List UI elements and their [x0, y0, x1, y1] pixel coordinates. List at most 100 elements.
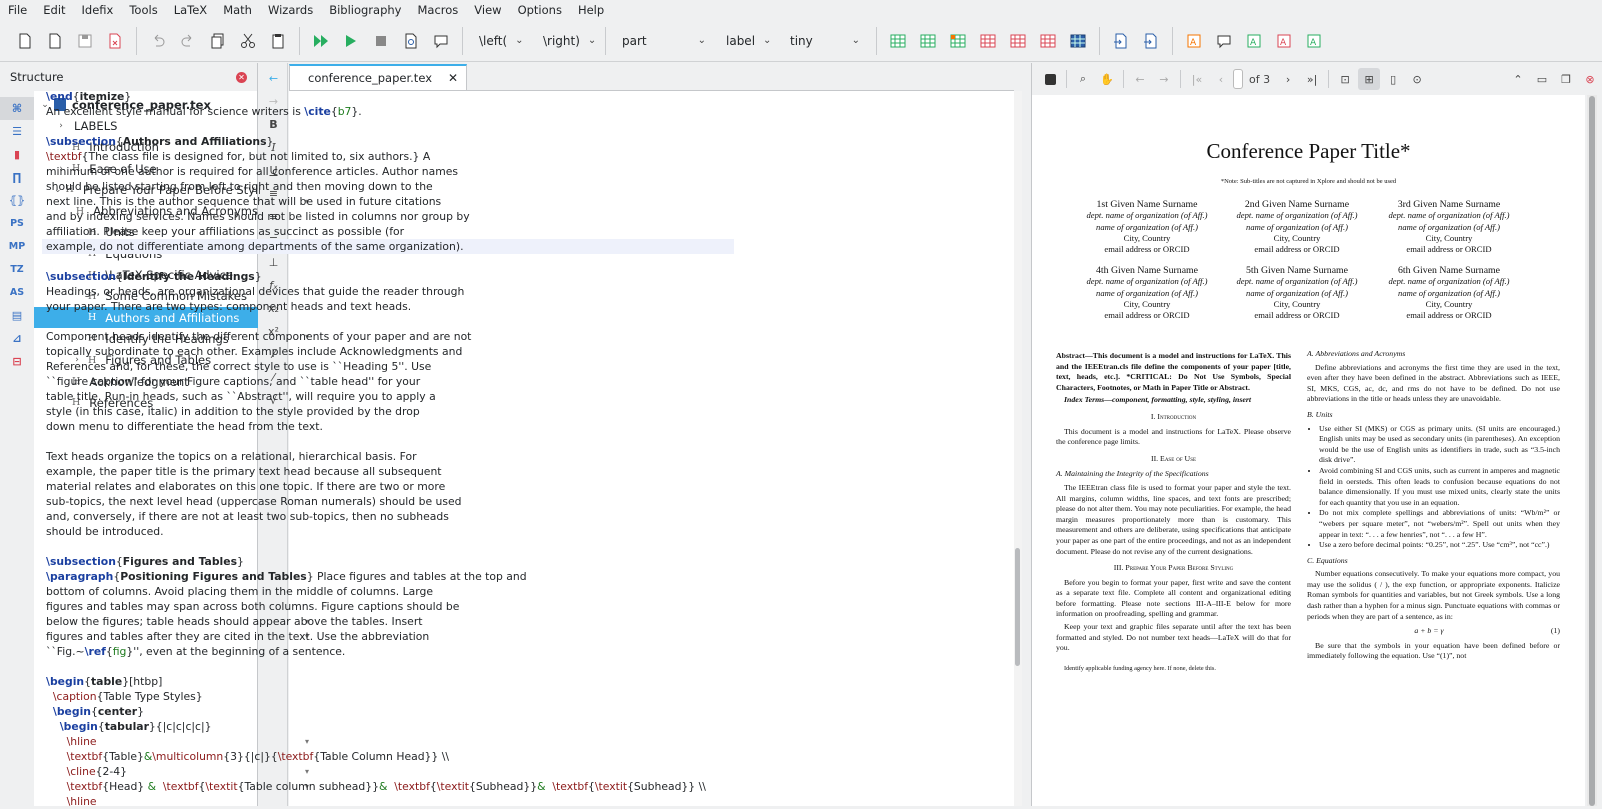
code-token: \textit: [205, 780, 238, 793]
minimize-icon[interactable]: ▭: [1531, 68, 1553, 90]
menu-bibliography[interactable]: Bibliography: [321, 0, 409, 20]
first-page-icon[interactable]: |«: [1186, 68, 1208, 90]
pdf-embed-icon[interactable]: [1039, 68, 1061, 90]
menu-latex[interactable]: LaTeX: [166, 0, 215, 20]
page-number-input[interactable]: [1233, 69, 1243, 89]
window-icon[interactable]: ❐: [1555, 68, 1577, 90]
close-file-icon[interactable]: [103, 29, 127, 53]
table-remove-icon[interactable]: [1036, 29, 1060, 53]
bookmarks-tab-icon[interactable]: ▮: [0, 143, 34, 166]
author-affiliation: 2nd Given Name Surname dept. name of orga…: [1222, 199, 1372, 255]
prev-arrow-icon[interactable]: ←: [260, 67, 287, 90]
fit-width-icon[interactable]: ⊡: [1334, 68, 1356, 90]
combo-3[interactable]: label ⌄: [718, 28, 778, 54]
code-token: }{|c|c|c|c|}: [148, 720, 212, 733]
code-token: \end: [46, 90, 73, 103]
menu-view[interactable]: View: [466, 0, 509, 20]
menu-options[interactable]: Options: [510, 0, 570, 20]
combo-label: \right): [543, 33, 580, 48]
menu-math[interactable]: Math: [215, 0, 260, 20]
table-remove-row-icon[interactable]: [976, 29, 1000, 53]
code-token: }: [254, 270, 262, 283]
editor-scrollbar-thumb[interactable]: [1015, 548, 1020, 666]
code-token: References and, for these, the correct s…: [46, 360, 432, 373]
menu-edit[interactable]: Edit: [35, 0, 73, 20]
code-line: should be listed starting from left to r…: [46, 179, 726, 194]
insert-text-icon[interactable]: A: [1182, 29, 1206, 53]
diagram-tab-icon[interactable]: ⊿: [0, 327, 34, 350]
table-remove-col-icon[interactable]: [1006, 29, 1030, 53]
pdf-right-column: A. Abbreviations and Acronyms Define abb…: [1307, 349, 1560, 664]
menu-file[interactable]: File: [0, 0, 35, 20]
author-affiliation: 3rd Given Name Surname dept. name of orga…: [1374, 199, 1524, 255]
single-page-icon[interactable]: ▯: [1382, 68, 1404, 90]
save-icon[interactable]: [73, 29, 97, 53]
structure-tab-icon[interactable]: ⌘: [0, 97, 34, 120]
cut-icon[interactable]: [236, 29, 260, 53]
menu-idefix[interactable]: Idefix: [74, 0, 122, 20]
menu-macros[interactable]: Macros: [409, 0, 466, 20]
next-page-icon[interactable]: ›: [1277, 68, 1299, 90]
redo-icon[interactable]: [176, 29, 200, 53]
code-token: center: [97, 705, 138, 718]
import-icon[interactable]: [1109, 29, 1133, 53]
close-viewer-icon[interactable]: ⊗: [1579, 68, 1601, 90]
menu-tools[interactable]: Tools: [121, 0, 165, 20]
asymptote-tab[interactable]: AS: [0, 281, 34, 304]
fit-page-icon[interactable]: ⊞: [1358, 68, 1381, 90]
menu-wizards[interactable]: Wizards: [260, 0, 321, 20]
new-file-icon[interactable]: [13, 29, 37, 53]
symbols-tab-icon[interactable]: ∏: [0, 166, 34, 189]
menu-help[interactable]: Help: [570, 0, 612, 20]
zoom-fit-icon[interactable]: ⊙: [1406, 68, 1428, 90]
table-add-col-icon[interactable]: [916, 29, 940, 53]
copy-icon[interactable]: [206, 29, 230, 53]
tab-conference-paper[interactable]: conference_paper.tex ✕: [289, 64, 468, 90]
back-icon[interactable]: ←: [1129, 68, 1151, 90]
pdf-scrollbar-thumb[interactable]: [1589, 96, 1595, 806]
table-add-row-icon[interactable]: [946, 29, 970, 53]
export-icon[interactable]: [1139, 29, 1163, 53]
hand-icon[interactable]: ✋: [1096, 68, 1118, 90]
code-token: {: [105, 645, 113, 658]
combo-2[interactable]: part ⌄: [614, 28, 714, 54]
last-page-icon[interactable]: »|: [1301, 68, 1323, 90]
pstricks-tab[interactable]: PS: [0, 212, 34, 235]
metapost-tab[interactable]: MP: [0, 235, 34, 258]
magnifier-icon[interactable]: ⌕: [1072, 68, 1094, 90]
cite-icon[interactable]: A: [1302, 29, 1326, 53]
view-pdf-icon[interactable]: [399, 29, 423, 53]
tikz-tab[interactable]: TZ: [0, 258, 34, 281]
combo-1[interactable]: \right) ⌄: [535, 28, 597, 54]
undo-icon[interactable]: [146, 29, 170, 53]
table-align-icon[interactable]: [1066, 29, 1090, 53]
author-name: 2nd Given Name Surname: [1244, 199, 1350, 210]
forward-icon[interactable]: →: [1153, 68, 1175, 90]
editor-scrollbar[interactable]: [1014, 91, 1022, 806]
prev-page-icon[interactable]: ‹: [1210, 68, 1232, 90]
ref-icon[interactable]: A: [1272, 29, 1296, 53]
preview-tab-icon[interactable]: ⊟: [0, 350, 34, 373]
table-icon[interactable]: [886, 29, 910, 53]
close-structure-icon[interactable]: ✕: [236, 71, 247, 83]
macros-tab-icon[interactable]: ▤: [0, 304, 34, 327]
comment-icon[interactable]: [1212, 29, 1236, 53]
compile-icon[interactable]: [339, 29, 363, 53]
combo-4[interactable]: tiny ⌄: [782, 28, 868, 54]
stop-icon[interactable]: [369, 29, 393, 53]
close-tab-icon[interactable]: ✕: [448, 71, 458, 85]
collapse-icon[interactable]: ⌃: [1507, 68, 1529, 90]
paste-icon[interactable]: [266, 29, 290, 53]
log-icon[interactable]: [429, 29, 453, 53]
label-icon[interactable]: A: [1242, 29, 1266, 53]
pdf-left-column: Abstract—This document is a model and in…: [1056, 351, 1291, 676]
code-token: Positioning Figures and Tables: [120, 570, 307, 583]
toc-tab-icon[interactable]: ☰: [0, 120, 34, 143]
combo-0[interactable]: \left(⌄: [471, 28, 531, 54]
code-text-area[interactable]: \end{itemize} An excellent style manual f…: [42, 89, 734, 809]
build-view-icon[interactable]: [309, 29, 333, 53]
new-template-icon[interactable]: [43, 29, 67, 53]
leftright-tab-icon[interactable]: ⦃⦄: [0, 189, 34, 212]
